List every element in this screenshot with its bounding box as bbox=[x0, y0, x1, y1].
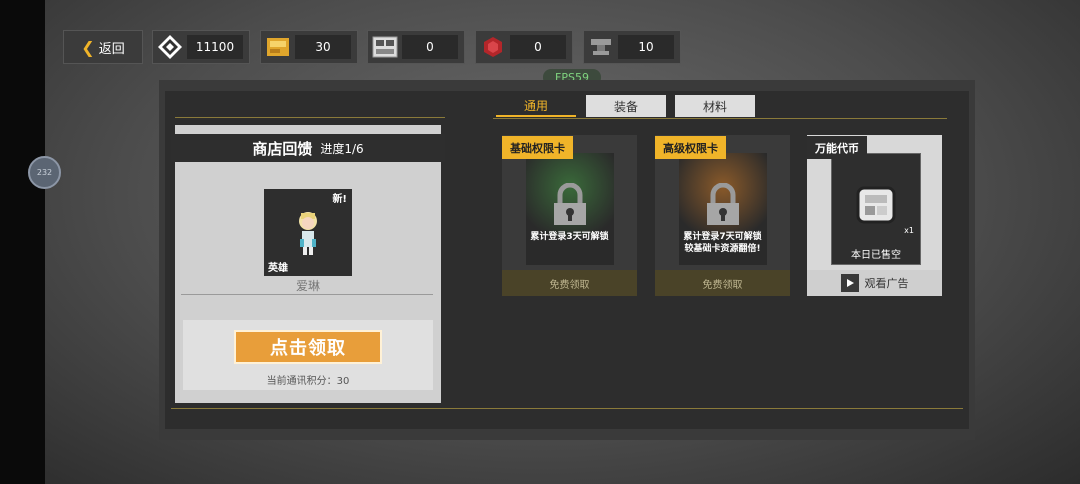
back-label: 返回 bbox=[98, 41, 125, 57]
shop-card-basic-pass[interactable]: 基础权限卡 累计登录3天可解锁 免费领取 bbox=[502, 135, 637, 296]
token-icon bbox=[856, 186, 896, 224]
lock-icon bbox=[554, 183, 586, 225]
resource-value: 0 bbox=[510, 35, 566, 59]
token-count: x1 bbox=[904, 226, 914, 235]
watch-ad-button[interactable]: 观看广告 bbox=[807, 270, 942, 296]
progress-text: 进度1/6 bbox=[320, 141, 364, 156]
hero-portrait-icon bbox=[299, 212, 317, 255]
tab-materials[interactable]: 材料 bbox=[675, 95, 755, 117]
shop-card-universal-token[interactable]: x1 本日已售空 万能代币 观看广告 bbox=[807, 135, 942, 296]
points-text: 当前通讯积分：30 bbox=[266, 376, 350, 387]
free-claim-button[interactable]: 免费领取 bbox=[502, 270, 637, 296]
card-title: 高级权限卡 bbox=[655, 136, 726, 159]
back-button[interactable]: ❮ 返回 bbox=[63, 30, 143, 64]
divider bbox=[175, 117, 445, 118]
lock-icon bbox=[707, 183, 739, 225]
reward-hero-card[interactable]: 新! 英雄 bbox=[264, 189, 352, 276]
resource-value: 0 bbox=[402, 35, 458, 59]
resource-value: 11100 bbox=[187, 35, 243, 59]
divider bbox=[181, 294, 433, 295]
chevron-left-icon: ❮ bbox=[81, 37, 95, 57]
resource-diamond[interactable]: 11100 bbox=[152, 30, 250, 64]
new-badge: 新! bbox=[332, 194, 347, 205]
shop-card-advanced-pass[interactable]: 高级权限卡 累计登录7天可解锁 较基础卡资源翻倍! 免费领取 bbox=[655, 135, 790, 296]
resource-value: 30 bbox=[295, 35, 351, 59]
resource-gold[interactable]: 30 bbox=[260, 30, 358, 64]
card-image: x1 本日已售空 bbox=[831, 153, 921, 265]
lock-condition: 累计登录3天可解锁 bbox=[530, 232, 609, 242]
play-icon bbox=[840, 274, 859, 292]
diamond-icon bbox=[153, 31, 187, 63]
red-gem-icon bbox=[476, 31, 510, 63]
card-title: 万能代币 bbox=[807, 136, 867, 159]
hero-name: 爱琳 bbox=[295, 279, 320, 293]
claim-button[interactable]: 点击领取 bbox=[234, 330, 382, 364]
resource-anvil[interactable]: 10 bbox=[583, 30, 681, 64]
resource-chip[interactable]: 0 bbox=[367, 30, 465, 64]
sold-out-text: 本日已售空 bbox=[851, 250, 901, 261]
hero-type-label: 英雄 bbox=[268, 263, 288, 274]
gold-bar-icon bbox=[261, 31, 295, 63]
anvil-icon bbox=[584, 31, 618, 63]
floating-assist-button[interactable]: 232 bbox=[28, 156, 61, 189]
card-title: 基础权限卡 bbox=[502, 136, 573, 159]
tab-general[interactable]: 通用 bbox=[496, 95, 576, 117]
divider bbox=[493, 118, 947, 119]
feedback-panel-header: 商店回馈 进度1/6 bbox=[171, 134, 445, 162]
lock-condition: 累计登录7天可解锁 较基础卡资源翻倍! bbox=[659, 231, 786, 255]
resource-gem[interactable]: 0 bbox=[475, 30, 573, 64]
lock-condition-line: 累计登录7天可解锁 bbox=[683, 232, 762, 242]
free-claim-button[interactable]: 免费领取 bbox=[655, 270, 790, 296]
circuit-chip-icon bbox=[368, 31, 402, 63]
resource-value: 10 bbox=[618, 35, 674, 59]
watch-ad-label: 观看广告 bbox=[864, 277, 909, 290]
tab-equipment[interactable]: 装备 bbox=[586, 95, 666, 117]
panel-title: 商店回馈 bbox=[252, 139, 313, 158]
lock-condition-line: 较基础卡资源翻倍! bbox=[684, 244, 761, 254]
left-edge-strip bbox=[0, 0, 45, 484]
